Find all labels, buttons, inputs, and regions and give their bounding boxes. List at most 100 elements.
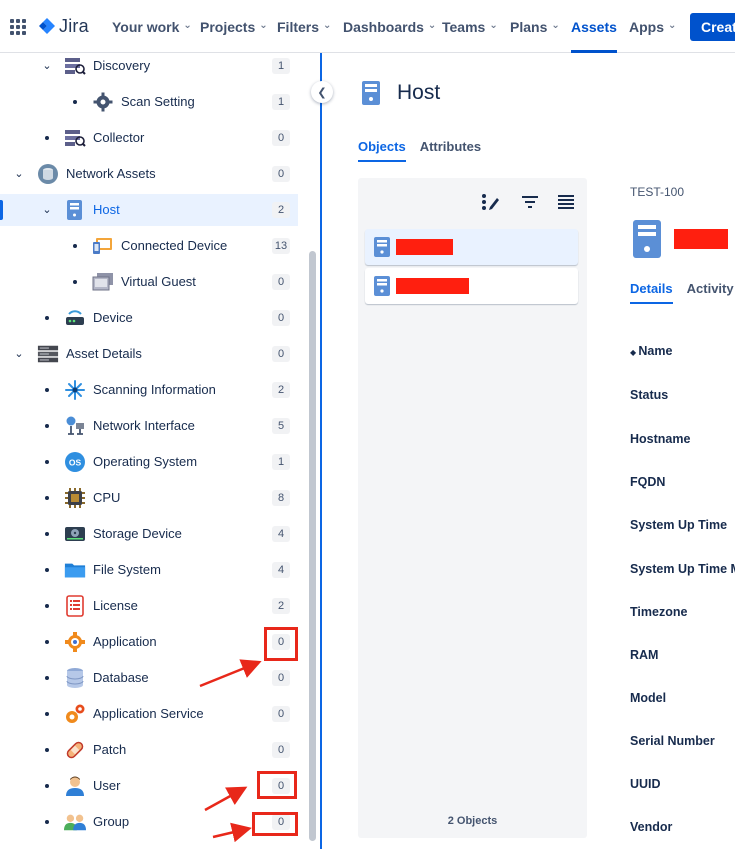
bullet-icon <box>45 496 49 500</box>
nav-label: Filters <box>277 18 320 35</box>
bullet-icon <box>73 100 77 104</box>
detail-tabs: Details Activity <box>630 281 734 304</box>
sparkle-icon <box>64 379 86 401</box>
tree-item-network-interface[interactable]: Network Interface 5 <box>0 410 298 442</box>
nav-teams[interactable]: Teams ⌄ <box>442 0 498 53</box>
tree-item-label: Scan Setting <box>121 94 195 109</box>
tree-item-label: CPU <box>93 490 121 505</box>
tab-attributes[interactable]: Attributes <box>420 139 481 162</box>
object-count-badge: 0 <box>272 166 290 182</box>
tree-item-scan-setting[interactable]: Scan Setting 1 <box>0 86 298 118</box>
attribute-name: System Up Time M <box>630 562 735 576</box>
tab-activity[interactable]: Activity <box>687 281 734 304</box>
bullet-icon <box>45 640 49 644</box>
server-icon <box>374 276 390 296</box>
attribute-label: Vendor <box>630 820 672 834</box>
redacted-object-title <box>674 229 728 249</box>
server-icon <box>374 237 390 257</box>
object-count-badge: 0 <box>272 742 290 758</box>
main-content: Host Objects Attributes 2 Objects TEST-1… <box>322 53 735 849</box>
object-count-badge: 0 <box>272 670 290 686</box>
create-button[interactable]: Create <box>690 13 735 41</box>
tree-item-discovery[interactable]: ⌄ Discovery 1 <box>0 50 298 82</box>
object-count-badge: 0 <box>272 274 290 290</box>
tree-item-device[interactable]: Device 0 <box>0 302 298 334</box>
chevron-down-icon[interactable]: ⌄ <box>42 205 52 216</box>
chevron-down-icon[interactable]: ⌄ <box>14 169 24 180</box>
bullet-icon <box>45 460 49 464</box>
tree-item-application-service[interactable]: Application Service 0 <box>0 698 298 730</box>
object-detail-panel: TEST-100 Details Activity ◆ Name Status Ho… <box>630 53 735 849</box>
tree-item-collector[interactable]: Collector 0 <box>0 122 298 154</box>
attribute-name: Status <box>630 388 669 402</box>
tree-item-label: Group <box>93 814 130 829</box>
attribute-label: System Up Time M <box>630 562 735 576</box>
bullet-icon <box>45 820 49 824</box>
virtual-guest-icon <box>92 271 114 293</box>
bullet-icon <box>45 388 49 392</box>
attribute-name: Model <box>630 691 667 705</box>
bullet-icon <box>45 784 49 788</box>
nav-filters[interactable]: Filters ⌄ <box>277 0 331 53</box>
server-icon <box>630 219 668 264</box>
server-icon <box>360 80 384 111</box>
tree-item-license[interactable]: License 2 <box>0 590 298 622</box>
collector-icon <box>64 127 86 149</box>
chevron-down-icon[interactable]: ⌄ <box>14 349 24 360</box>
chevron-down-icon[interactable]: ⌄ <box>42 61 52 72</box>
jira-logo[interactable]: Jira <box>38 16 89 37</box>
discovery-icon <box>64 55 86 77</box>
collapse-sidebar-button[interactable]: ❮ <box>311 81 333 103</box>
tree-item-asset-details[interactable]: ⌄ Asset Details 0 <box>0 338 298 370</box>
tab-objects[interactable]: Objects <box>358 139 406 162</box>
nav-your-work[interactable]: Your work ⌄ <box>112 0 192 53</box>
object-count-badge: 13 <box>272 238 290 254</box>
list-view-icon[interactable] <box>556 192 576 212</box>
chevron-down-icon: ⌄ <box>489 20 498 31</box>
tree-item-connected-device[interactable]: Connected Device 13 <box>0 230 298 262</box>
tree-item-label: Database <box>93 670 149 685</box>
sidebar-scrollbar[interactable] <box>309 251 316 841</box>
tree-item-host[interactable]: ⌄ Host 2 <box>0 194 298 226</box>
object-schema-tree: ⌄ Discovery 1 Scan Setting 1 Collector 0 ⌄ Netwo… <box>0 53 322 849</box>
bulk-edit-icon[interactable] <box>481 192 501 212</box>
tree-item-user[interactable]: User 0 <box>0 770 298 802</box>
filter-icon[interactable] <box>520 192 540 212</box>
object-count-badge: 2 <box>272 202 290 218</box>
bandage-icon <box>64 739 86 761</box>
tab-details[interactable]: Details <box>630 281 673 304</box>
tree-item-file-system[interactable]: File System 4 <box>0 554 298 586</box>
bullet-icon <box>45 532 49 536</box>
gear-icon <box>92 91 114 113</box>
nav-dashboards[interactable]: Dashboards ⌄ <box>343 0 436 53</box>
nav-label: Projects <box>200 18 256 35</box>
tree-item-network-assets[interactable]: ⌄ Network Assets 0 <box>0 158 298 190</box>
chevron-down-icon: ⌄ <box>551 20 560 31</box>
tree-item-database[interactable]: Database 0 <box>0 662 298 694</box>
tree-item-label: User <box>93 778 121 793</box>
object-type-tabs: Objects Attributes <box>358 139 481 162</box>
tree-item-scanning-information[interactable]: Scanning Information 2 <box>0 374 298 406</box>
tree-item-cpu[interactable]: CPU 8 <box>0 482 298 514</box>
nav-plans[interactable]: Plans ⌄ <box>510 0 560 53</box>
tree-item-operating-system[interactable]: OS Operating System 1 <box>0 446 298 478</box>
cpu-icon <box>64 487 86 509</box>
tree-item-label: Patch <box>93 742 127 757</box>
tree-item-label: Asset Details <box>66 346 142 361</box>
nav-assets[interactable]: Assets <box>571 0 617 53</box>
app-switcher-icon[interactable] <box>10 19 26 35</box>
top-navigation-bar: Jira Your work ⌄ Projects ⌄ Filters ⌄ Dashboar… <box>0 0 735 53</box>
tree-item-application[interactable]: Application 0 <box>0 626 298 658</box>
tree-item-patch[interactable]: Patch 0 <box>0 734 298 766</box>
attribute-name: Name <box>638 344 673 358</box>
tree-item-virtual-guest[interactable]: Virtual Guest 0 <box>0 266 298 298</box>
nav-label: Assets <box>571 18 617 35</box>
object-list-item[interactable] <box>365 229 578 265</box>
app-service-icon <box>64 703 86 725</box>
object-list-item[interactable] <box>365 268 578 304</box>
object-count-badge: 4 <box>272 526 290 542</box>
bullet-icon <box>45 568 49 572</box>
nav-projects[interactable]: Projects ⌄ <box>200 0 268 53</box>
tree-item-storage-device[interactable]: Storage Device 4 <box>0 518 298 550</box>
nav-apps[interactable]: Apps ⌄ <box>629 0 676 53</box>
